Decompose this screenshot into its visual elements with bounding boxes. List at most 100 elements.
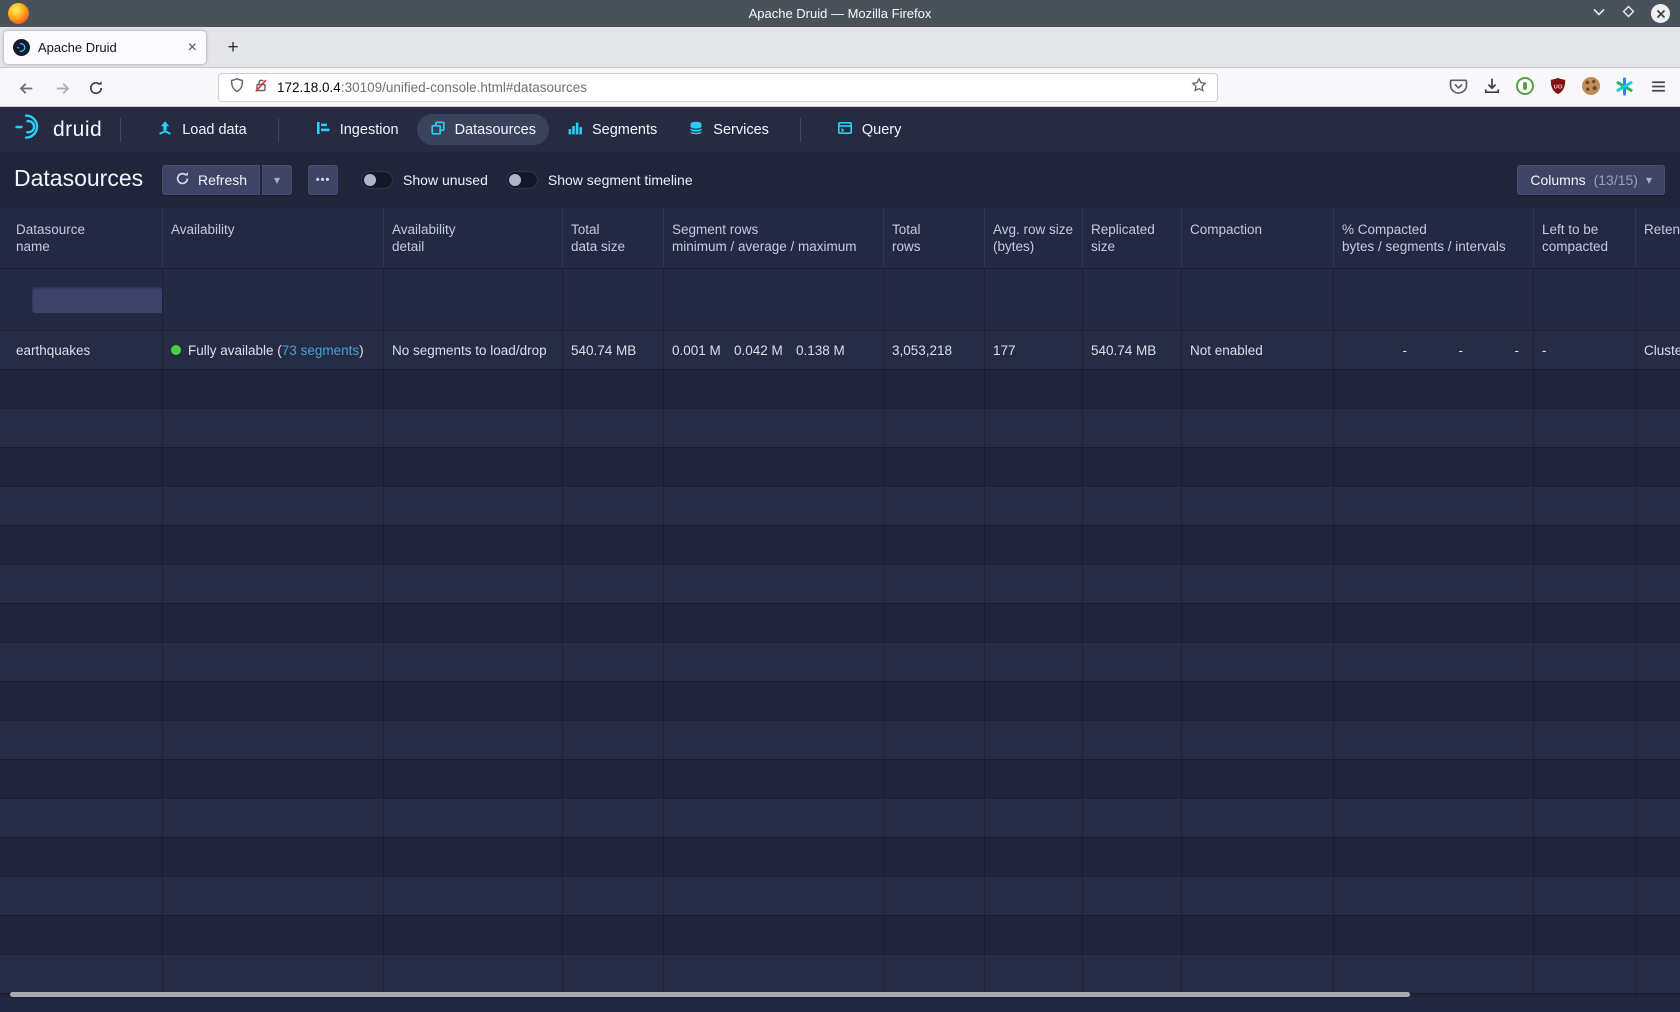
window-titlebar: Apache Druid — Mozilla Firefox [0, 0, 1680, 27]
filter-cell [563, 269, 664, 330]
url-host: 172.18.0.4 [277, 80, 341, 95]
empty-table-row [0, 876, 1680, 915]
nav-item-segments[interactable]: Segments [554, 114, 670, 145]
window-title: Apache Druid — Mozilla Firefox [0, 6, 1680, 21]
more-actions-button[interactable]: ••• [308, 165, 338, 195]
close-icon[interactable] [1651, 4, 1670, 23]
load-data-icon [157, 120, 173, 140]
browser-toolbar: 172.18.0.4:30109/unified-console.html#da… [0, 68, 1680, 107]
url-bar[interactable]: 172.18.0.4:30109/unified-console.html#da… [218, 73, 1218, 102]
nav-item-load-data[interactable]: Load data [144, 114, 260, 145]
nav-item-query[interactable]: Query [824, 114, 915, 145]
empty-table-row [0, 720, 1680, 759]
nav-divider [800, 118, 801, 142]
bookmark-star-icon[interactable] [1191, 77, 1207, 98]
query-icon [837, 120, 853, 140]
cell-replicated-size: 540.74 MB [1083, 331, 1182, 369]
page-header: Datasources Refresh ▾ ••• Show unused Sh… [0, 152, 1680, 208]
cell-retention[interactable]: Cluster default [1636, 331, 1680, 369]
druid-navbar: druid Load data Ingestion Datasources Se… [0, 107, 1680, 152]
empty-table-row [0, 369, 1680, 408]
table-empty-rows [0, 369, 1680, 997]
segments-count-link[interactable]: 73 segments [282, 343, 359, 358]
column-header[interactable]: Totaldata size [563, 208, 664, 268]
datasource-row[interactable]: earthquakes Fully available (73 segments… [0, 330, 1680, 369]
refresh-button[interactable]: Refresh [162, 165, 260, 195]
forward-icon[interactable] [50, 76, 74, 100]
cell-total-rows: 3,053,218 [884, 331, 985, 369]
cell-total-data-size: 540.74 MB [563, 331, 664, 369]
column-header[interactable]: Totalrows [884, 208, 985, 268]
empty-table-row [0, 408, 1680, 447]
nav-item-datasources[interactable]: Datasources [417, 114, 549, 145]
tab-title: Apache Druid [38, 40, 180, 55]
show-segment-timeline-toggle[interactable] [506, 171, 538, 189]
column-header[interactable]: Retention [1636, 208, 1680, 268]
horizontal-scrollbar[interactable] [10, 992, 1410, 997]
filter-cell [664, 269, 884, 330]
datasource-name-filter-input[interactable] [32, 287, 163, 313]
ublock-shield-icon[interactable]: UO [1548, 76, 1568, 96]
tab-strip: Apache Druid × + [0, 27, 1680, 68]
column-header[interactable]: Segment rowsminimum / average / maximum [664, 208, 884, 268]
empty-table-row [0, 525, 1680, 564]
insecure-lock-icon[interactable] [253, 77, 269, 99]
reload-icon[interactable] [84, 76, 108, 100]
svg-text:UO: UO [1554, 84, 1563, 90]
cell-left-to-be-compacted: - [1534, 331, 1636, 369]
table-header-row: DatasourcenameAvailabilityAvailabilityde… [0, 208, 1680, 268]
column-header[interactable]: Datasourcename [0, 208, 163, 268]
page-title: Datasources [14, 165, 143, 192]
extension-icon[interactable] [1516, 77, 1534, 95]
empty-table-row [0, 447, 1680, 486]
tracking-shield-icon[interactable] [229, 77, 245, 99]
column-header[interactable]: % Compactedbytes / segments / intervals [1334, 208, 1534, 268]
column-header[interactable]: Compaction [1182, 208, 1334, 268]
download-icon[interactable] [1482, 76, 1502, 96]
filter-cell [1182, 269, 1334, 330]
druid-favicon [13, 39, 30, 56]
table-filter-row [0, 268, 1680, 330]
browser-tab[interactable]: Apache Druid × [4, 31, 206, 64]
show-unused-toggle[interactable] [361, 171, 393, 189]
cell-segment-rows: 0.001 M0.042 M0.138 M [664, 331, 884, 369]
minimize-chevron-icon[interactable] [1592, 5, 1606, 23]
filter-cell [0, 269, 163, 330]
empty-table-row [0, 837, 1680, 876]
filter-cell [163, 269, 384, 330]
column-header[interactable]: Availability [163, 208, 384, 268]
containers-asterisk-icon[interactable] [1614, 76, 1634, 96]
column-header[interactable]: Avg. row size(bytes) [985, 208, 1083, 268]
column-header[interactable]: Left to becompacted [1534, 208, 1636, 268]
pocket-icon[interactable] [1448, 76, 1468, 96]
fully-available-dot-icon [171, 345, 181, 355]
column-header[interactable]: Availabilitydetail [384, 208, 563, 268]
cell-compaction: Not enabled [1182, 331, 1334, 369]
cell-percent-compacted: --- [1334, 331, 1534, 369]
chevron-down-icon: ▾ [1646, 173, 1652, 187]
empty-table-row [0, 603, 1680, 642]
columns-dropdown-button[interactable]: Columns (13/15) ▾ [1517, 165, 1665, 195]
empty-table-row [0, 642, 1680, 681]
cell-avg-row-size: 177 [985, 331, 1083, 369]
empty-table-row [0, 681, 1680, 720]
filter-cell [985, 269, 1083, 330]
cell-datasource-name[interactable]: earthquakes [0, 331, 163, 369]
maximize-diamond-icon[interactable] [1621, 4, 1636, 24]
column-header[interactable]: Replicatedsize [1083, 208, 1182, 268]
nav-item-services[interactable]: Services [675, 114, 782, 145]
empty-table-row [0, 486, 1680, 525]
nav-item-ingestion[interactable]: Ingestion [302, 114, 412, 145]
show-segment-timeline-label: Show segment timeline [548, 172, 693, 188]
cookie-icon[interactable] [1582, 77, 1600, 95]
cell-availability: Fully available (73 segments) [163, 331, 384, 369]
refresh-dropdown-button[interactable]: ▾ [262, 165, 292, 195]
filter-cell [1334, 269, 1534, 330]
empty-table-row [0, 915, 1680, 954]
menu-icon[interactable] [1648, 76, 1668, 96]
tab-close-icon[interactable]: × [188, 40, 197, 56]
new-tab-button[interactable]: + [218, 33, 248, 63]
back-icon[interactable] [14, 76, 38, 100]
nav-divider [120, 118, 121, 142]
filter-cell [1534, 269, 1636, 330]
